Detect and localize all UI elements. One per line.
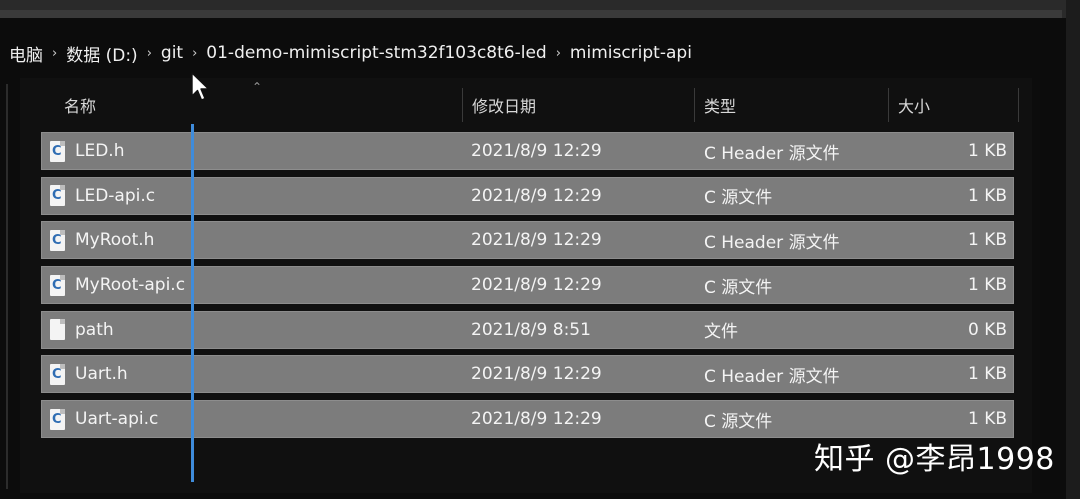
breadcrumb-item-project[interactable]: 01-demo-mimiscript-stm32f103c8t6-led	[203, 43, 549, 63]
file-name: LED.h	[75, 141, 125, 161]
breadcrumb: 电脑 › 数据 (D:) › git › 01-demo-mimiscript-…	[6, 38, 695, 68]
window-title-bar	[0, 0, 1080, 18]
c-file-icon: C	[50, 363, 65, 385]
file-name: LED-api.c	[75, 185, 156, 206]
file-size: 1 KB	[967, 364, 1007, 385]
file-date: 2021/8/9 12:29	[471, 364, 602, 385]
file-name: path	[75, 319, 114, 340]
file-type: C 源文件	[704, 188, 773, 209]
file-type: C Header 源文件	[704, 366, 840, 387]
file-row[interactable]: C Uart.h 2021/8/9 12:29 C Header 源文件 1 K…	[41, 355, 1014, 394]
file-type: C 源文件	[704, 411, 773, 432]
breadcrumb-item-git[interactable]: git	[158, 43, 186, 63]
file-name: MyRoot-api.c	[75, 275, 186, 296]
file-date: 2021/8/9 8:51	[471, 319, 591, 340]
column-divider[interactable]	[1018, 88, 1019, 122]
c-file-icon: C	[50, 274, 65, 296]
file-size: 1 KB	[967, 275, 1007, 296]
chevron-right-icon[interactable]: ›	[186, 46, 203, 61]
generic-file-icon	[50, 319, 65, 341]
file-name: MyRoot.h	[75, 230, 155, 251]
file-date: 2021/8/9 12:29	[471, 230, 602, 251]
column-header-name[interactable]: 名称	[52, 88, 96, 122]
chevron-right-icon[interactable]: ›	[550, 46, 567, 61]
file-row[interactable]: C Uart-api.c 2021/8/9 12:29 C 源文件 1 KB	[41, 400, 1014, 439]
file-name: Uart-api.c	[75, 409, 159, 430]
window-right-edge	[1066, 0, 1080, 499]
breadcrumb-item-computer[interactable]: 电脑	[6, 41, 46, 66]
watermark-text: 知乎 @李昂1998	[814, 442, 1055, 477]
file-date: 2021/8/9 12:29	[471, 275, 602, 296]
column-header-type[interactable]: 类型	[692, 88, 736, 122]
breadcrumb-item-current[interactable]: mimiscript-api	[567, 43, 695, 63]
navigation-pane-divider	[6, 84, 8, 489]
column-header-date[interactable]: 修改日期	[460, 88, 536, 122]
column-header-size[interactable]: 大小	[886, 88, 930, 122]
sort-ascending-icon: ⌃	[252, 80, 263, 94]
c-file-icon: C	[50, 140, 65, 162]
column-header-date-label: 修改日期	[472, 97, 537, 116]
file-size: 1 KB	[967, 230, 1007, 251]
file-row[interactable]: C MyRoot-api.c 2021/8/9 12:29 C 源文件 1 KB	[41, 266, 1014, 305]
breadcrumb-item-drive[interactable]: 数据 (D:)	[63, 41, 141, 66]
file-type: 文件	[704, 322, 738, 343]
column-header-row: 名称 修改日期 类型 大小	[42, 88, 1022, 122]
file-date: 2021/8/9 12:29	[471, 409, 602, 430]
file-size: 0 KB	[967, 319, 1007, 340]
mouse-cursor-icon	[191, 72, 210, 101]
c-file-icon: C	[50, 185, 65, 207]
title-bar-strip	[0, 10, 1062, 18]
c-file-icon: C	[50, 229, 65, 251]
file-date: 2021/8/9 12:29	[471, 141, 602, 161]
file-name: Uart.h	[75, 364, 128, 385]
file-type: C 源文件	[704, 277, 773, 298]
column-header-name-label: 名称	[64, 97, 97, 116]
file-type: C Header 源文件	[704, 232, 840, 253]
c-file-icon: C	[50, 408, 65, 430]
file-row[interactable]: C LED.h 2021/8/9 12:29 C Header 源文件 1 KB	[41, 132, 1014, 170]
file-size: 1 KB	[967, 185, 1007, 206]
file-row[interactable]: C LED-api.c 2021/8/9 12:29 C 源文件 1 KB	[41, 176, 1014, 215]
column-header-size-label: 大小	[898, 97, 931, 116]
column-header-type-label: 类型	[704, 97, 737, 116]
chevron-right-icon[interactable]: ›	[141, 46, 158, 61]
column-resize-indicator[interactable]	[191, 124, 194, 482]
file-row[interactable]: path 2021/8/9 8:51 文件 0 KB	[41, 310, 1014, 349]
chevron-right-icon[interactable]: ›	[46, 46, 63, 61]
file-list: C LED.h 2021/8/9 12:29 C Header 源文件 1 KB…	[41, 132, 1014, 445]
file-row[interactable]: C MyRoot.h 2021/8/9 12:29 C Header 源文件 1…	[41, 221, 1014, 260]
file-type: C Header 源文件	[704, 143, 840, 164]
file-size: 1 KB	[967, 141, 1007, 161]
file-size: 1 KB	[967, 409, 1007, 430]
file-date: 2021/8/9 12:29	[471, 185, 602, 206]
